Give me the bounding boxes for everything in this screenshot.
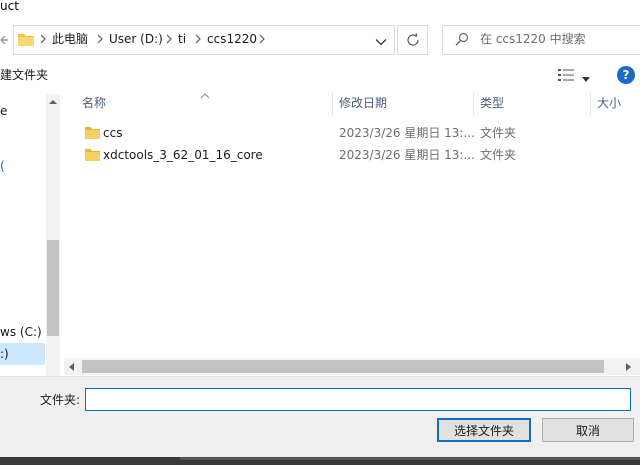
chevron-right-icon[interactable] [258, 32, 266, 51]
sort-up-icon [200, 88, 210, 99]
folder-icon [85, 148, 100, 161]
chevron-right-icon[interactable] [96, 32, 104, 51]
nav-item-windows-c[interactable]: ws (C:) [0, 324, 42, 340]
search-input[interactable]: 在 ccs1220 中搜索 [480, 31, 586, 47]
scroll-right-icon[interactable] [622, 361, 634, 373]
breadcrumb-ti[interactable]: ti [178, 31, 186, 47]
breadcrumb-this-pc[interactable]: 此电脑 [52, 31, 88, 47]
view-list-icon[interactable] [558, 68, 574, 82]
chevron-right-icon[interactable] [165, 32, 173, 51]
file-date: 2023/3/26 星期日 13:... [339, 148, 475, 162]
folder-icon [18, 33, 34, 46]
cancel-button[interactable]: 取消 [542, 418, 634, 442]
column-divider[interactable] [473, 92, 474, 116]
file-name[interactable]: xdctools_3_62_01_16_core [103, 147, 263, 163]
chevron-right-icon[interactable] [194, 32, 202, 51]
horizontal-scrollbar-thumb[interactable] [82, 360, 604, 373]
column-divider[interactable] [590, 92, 591, 116]
refresh-icon [405, 32, 421, 48]
column-header-name[interactable]: 名称 [82, 95, 106, 111]
select-folder-button[interactable]: 选择文件夹 [437, 418, 531, 442]
scroll-up-icon[interactable] [46, 94, 60, 110]
folder-field-label: 文件夹: [40, 393, 81, 407]
folder-name-input[interactable] [85, 388, 631, 411]
new-folder-button[interactable]: 建文件夹 [0, 67, 48, 83]
window-title: uct [0, 0, 19, 13]
help-icon[interactable]: ? [617, 66, 635, 84]
back-arrow-icon[interactable] [0, 31, 9, 49]
scroll-left-icon[interactable] [66, 361, 78, 373]
column-header-size[interactable]: 大小 [597, 95, 621, 111]
file-date: 2023/3/26 星期日 13:... [339, 126, 475, 140]
column-header-type[interactable]: 类型 [480, 95, 504, 111]
chevron-right-icon[interactable] [39, 32, 47, 51]
file-type: 文件夹 [480, 126, 517, 140]
breadcrumb-user-d[interactable]: User (D:) [109, 31, 163, 47]
folder-icon [85, 126, 100, 139]
file-name[interactable]: ccs [103, 125, 122, 141]
column-divider[interactable] [332, 92, 333, 116]
search-icon [455, 32, 469, 46]
nav-item-user-d[interactable]: :) [0, 346, 9, 362]
window-bottom-edge-highlight [180, 457, 640, 460]
file-type: 文件夹 [480, 148, 517, 162]
chevron-down-icon[interactable] [375, 35, 387, 46]
nav-item-partial[interactable]: e [0, 103, 7, 119]
nav-scrollbar-thumb[interactable] [47, 240, 59, 336]
view-options-chevron-icon[interactable] [582, 72, 590, 82]
nav-item-partial[interactable]: ( [0, 158, 5, 174]
column-header-date[interactable]: 修改日期 [339, 95, 387, 111]
breadcrumb-ccs1220[interactable]: ccs1220 [207, 31, 257, 47]
